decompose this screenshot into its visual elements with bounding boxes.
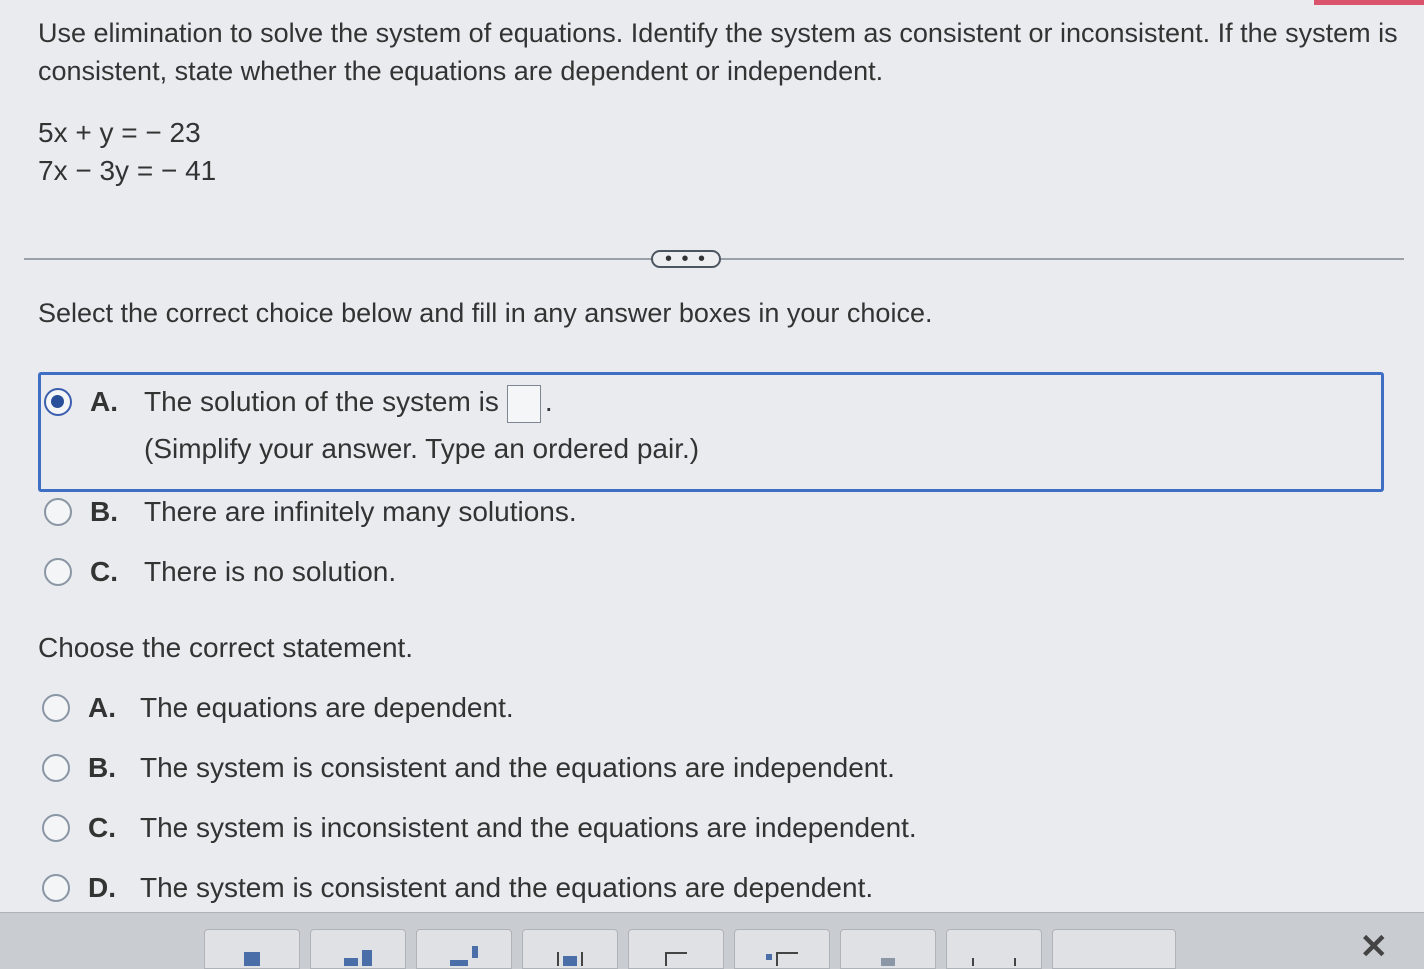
option-text: There is no solution. bbox=[144, 556, 397, 587]
exponent-icon[interactable] bbox=[416, 929, 512, 969]
radio-button[interactable] bbox=[42, 694, 70, 722]
part1-option-c[interactable]: C. There is no solution. bbox=[44, 556, 396, 592]
more-tools-icon[interactable] bbox=[1052, 929, 1176, 969]
option-text: The system is inconsistent and the equat… bbox=[140, 812, 917, 843]
question-prompt: Use elimination to solve the system of e… bbox=[38, 18, 1398, 86]
equation-2: 7x − 3y = − 41 bbox=[38, 155, 217, 186]
part2-option-b[interactable]: B. The system is consistent and the equa… bbox=[42, 752, 895, 788]
radio-button[interactable] bbox=[44, 558, 72, 586]
expand-more-button[interactable]: • • • bbox=[651, 249, 721, 269]
option-letter: A. bbox=[90, 386, 118, 417]
option-letter: A. bbox=[88, 692, 116, 723]
absolute-value-icon[interactable] bbox=[522, 929, 618, 969]
question-page: Use elimination to solve the system of e… bbox=[0, 0, 1424, 969]
part2-option-a[interactable]: A. The equations are dependent. bbox=[42, 692, 514, 728]
option-letter: C. bbox=[88, 812, 116, 843]
part2-option-d[interactable]: D. The system is consistent and the equa… bbox=[42, 872, 873, 908]
decimal-icon[interactable] bbox=[840, 929, 936, 969]
option-text-suffix: . bbox=[544, 386, 553, 417]
part2-option-c[interactable]: C. The system is inconsistent and the eq… bbox=[42, 812, 917, 848]
top-accent-bar bbox=[1314, 0, 1424, 5]
option-letter: B. bbox=[88, 752, 116, 783]
part1-option-b[interactable]: B. There are infinitely many solutions. bbox=[44, 496, 577, 532]
equation-system: 5x + y = − 23 7x − 3y = − 41 bbox=[38, 114, 216, 190]
fraction-icon[interactable] bbox=[204, 929, 300, 969]
option-letter: D. bbox=[88, 872, 116, 903]
nth-root-icon[interactable] bbox=[734, 929, 830, 969]
part2-title: Choose the correct statement. bbox=[38, 632, 414, 663]
option-text: The system is consistent and the equatio… bbox=[140, 752, 895, 783]
option-text: The system is consistent and the equatio… bbox=[140, 872, 874, 903]
option-letter: C. bbox=[90, 556, 118, 587]
close-icon[interactable]: ✕ bbox=[1360, 930, 1389, 964]
ordered-pair-icon[interactable] bbox=[946, 929, 1042, 969]
radio-button[interactable] bbox=[42, 874, 70, 902]
answer-hint: (Simplify your answer. Type an ordered p… bbox=[144, 432, 700, 464]
mixed-number-icon[interactable] bbox=[310, 929, 406, 969]
radio-button[interactable] bbox=[44, 498, 72, 526]
option-text: The solution of the system is bbox=[144, 386, 499, 417]
math-toolbar bbox=[0, 912, 1424, 969]
part1-instruction: Select the correct choice below and fill… bbox=[38, 298, 933, 328]
radio-button[interactable] bbox=[42, 754, 70, 782]
option-text: There are infinitely many solutions. bbox=[144, 496, 577, 527]
option-letter: B. bbox=[90, 496, 118, 527]
option-text: The equations are dependent. bbox=[140, 692, 514, 723]
part1-option-a[interactable]: A. The solution of the system is. (Simpl… bbox=[44, 384, 700, 469]
square-root-icon[interactable] bbox=[628, 929, 724, 969]
equation-1: 5x + y = − 23 bbox=[38, 117, 201, 148]
radio-button[interactable] bbox=[42, 814, 70, 842]
answer-input-box[interactable] bbox=[506, 384, 541, 423]
radio-button-selected[interactable] bbox=[44, 388, 72, 416]
